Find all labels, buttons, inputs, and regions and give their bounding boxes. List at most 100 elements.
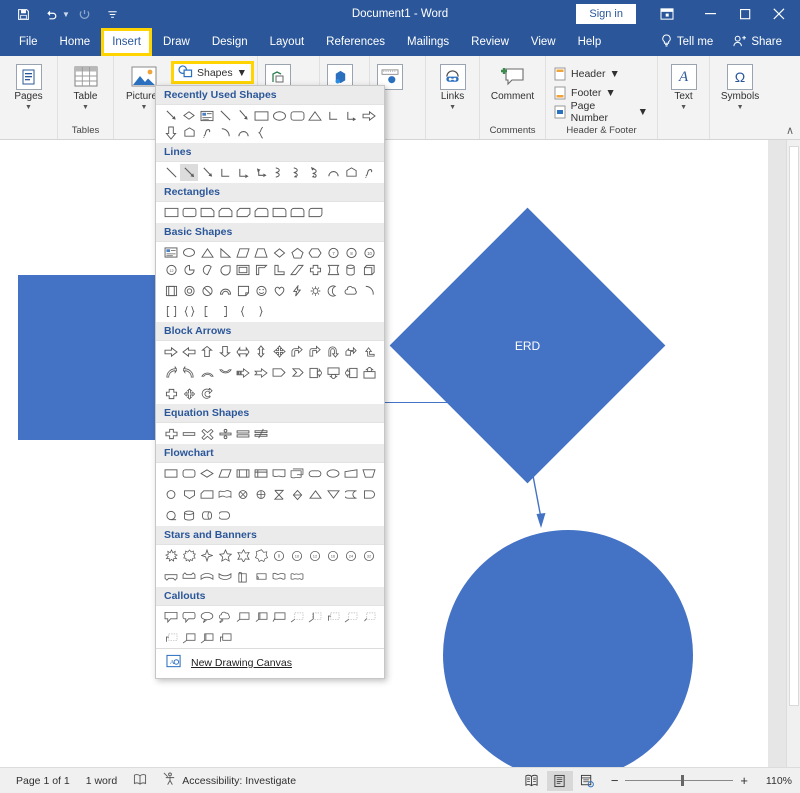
arrow-quad-callout-icon[interactable]	[180, 385, 198, 402]
arrow-left-up-icon[interactable]	[342, 343, 360, 360]
scrollbar-thumb[interactable]	[789, 146, 799, 706]
callout-rounded-rectangular-icon[interactable]	[180, 608, 198, 625]
connector-curved-arrow-icon[interactable]	[288, 164, 306, 181]
basic-left-bracket-icon[interactable]	[162, 303, 180, 320]
equation-multiply-icon[interactable]	[198, 425, 216, 442]
basic-pentagon-icon[interactable]	[288, 244, 306, 261]
table-dropdown-icon[interactable]: ▼	[82, 104, 89, 111]
arrow-circular-icon[interactable]	[198, 385, 216, 402]
tab-layout[interactable]: Layout	[259, 28, 316, 56]
zoom-slider[interactable]: − +	[611, 773, 748, 788]
basic-block-arc-icon[interactable]	[216, 282, 234, 299]
star-7-point-icon[interactable]	[252, 547, 270, 564]
new-drawing-canvas-item[interactable]: A New Drawing Canvas	[156, 648, 384, 677]
basic-pie-icon[interactable]	[180, 261, 198, 278]
star-explosion2-icon[interactable]	[180, 547, 198, 564]
arrow-down-callout-icon[interactable]	[324, 364, 342, 381]
arrow-left-icon[interactable]	[180, 343, 198, 360]
banner-curved-up-icon[interactable]	[198, 568, 216, 585]
rect-round-same-side-icon[interactable]	[288, 204, 306, 221]
connector-elbow-double-arrow-icon[interactable]	[252, 164, 270, 181]
star-4-point-icon[interactable]	[198, 547, 216, 564]
arrow-bent-up-icon[interactable]	[306, 343, 324, 360]
flowchart-manual-input-icon[interactable]	[342, 465, 360, 482]
shape-right-arrow-icon[interactable]	[360, 107, 378, 124]
zoom-in-button[interactable]: +	[740, 773, 748, 788]
symbols-button[interactable]: Ω Symbols ▼	[714, 59, 766, 111]
flowchart-connector-icon[interactable]	[162, 486, 180, 503]
flowchart-or-icon[interactable]	[252, 486, 270, 503]
basic-donut-icon[interactable]	[180, 282, 198, 299]
basic-half-frame-icon[interactable]	[252, 261, 270, 278]
arrow-left-callout-icon[interactable]	[342, 364, 360, 381]
equation-equal-icon[interactable]	[234, 425, 252, 442]
callout-bent-line-icon[interactable]	[162, 629, 180, 646]
basic-plaque-icon[interactable]	[324, 261, 342, 278]
callout-cloud-icon[interactable]	[216, 608, 234, 625]
header-button[interactable]: Header ▼	[550, 65, 625, 84]
star-12-point-icon[interactable]: 12	[306, 547, 324, 564]
star-24-point-icon[interactable]: 24	[342, 547, 360, 564]
basic-bevel-icon[interactable]	[162, 282, 180, 299]
basic-dodecagon-icon[interactable]: 12	[162, 261, 180, 278]
basic-cross-icon[interactable]	[306, 261, 324, 278]
flowchart-extract-icon[interactable]	[306, 486, 324, 503]
tab-design[interactable]: Design	[201, 28, 259, 56]
undo-icon[interactable]	[38, 3, 64, 25]
basic-right-triangle-icon[interactable]	[216, 244, 234, 261]
tab-review[interactable]: Review	[460, 28, 520, 56]
flowchart-data-icon[interactable]	[216, 465, 234, 482]
arrow-quad-icon[interactable]	[270, 343, 288, 360]
basic-octagon-icon[interactable]: 8	[342, 244, 360, 261]
callout-line-icon[interactable]	[234, 608, 252, 625]
star-explosion1-icon[interactable]	[162, 547, 180, 564]
flowchart-summing-junction-icon[interactable]	[234, 486, 252, 503]
basic-sun-icon[interactable]	[306, 282, 324, 299]
basic-no-symbol-icon[interactable]	[198, 282, 216, 299]
flowchart-sort-icon[interactable]	[288, 486, 306, 503]
comment-button[interactable]: Comment	[484, 59, 541, 103]
basic-arc-icon[interactable]	[360, 282, 378, 299]
shapes-dropdown-menu[interactable]: Recently Used Shapes Lines Rectangles Ba…	[155, 85, 385, 679]
arrow-curved-up-icon[interactable]	[198, 364, 216, 381]
arrow-curved-right-icon[interactable]	[162, 364, 180, 381]
pictures-dropdown-icon[interactable]: ▼	[141, 104, 148, 111]
tab-home[interactable]: Home	[49, 28, 102, 56]
arrow-u-turn-icon[interactable]	[324, 343, 342, 360]
text-dropdown-icon[interactable]: ▼	[680, 104, 687, 111]
shape-oval-icon[interactable]	[270, 107, 288, 124]
flowchart-direct-access-storage-icon[interactable]	[198, 507, 216, 524]
arrow-right-callout-icon[interactable]	[306, 364, 324, 381]
tab-help[interactable]: Help	[567, 28, 613, 56]
undo-dropdown-icon[interactable]: ▼	[62, 10, 70, 19]
star-6-point-icon[interactable]	[234, 547, 252, 564]
collapse-ribbon-icon[interactable]: ∧	[786, 124, 794, 137]
basic-heart-icon[interactable]	[270, 282, 288, 299]
rect-snip-round-icon[interactable]	[252, 204, 270, 221]
flowchart-multidocument-icon[interactable]	[288, 465, 306, 482]
page-number-button[interactable]: Page Number ▼	[550, 100, 653, 124]
shape-rounded-rectangle-icon[interactable]	[288, 107, 306, 124]
maximize-button[interactable]	[728, 0, 762, 28]
shape-left-brace-icon[interactable]	[252, 124, 270, 141]
flowchart-terminator-icon[interactable]	[306, 465, 324, 482]
equation-plus-icon[interactable]	[162, 425, 180, 442]
basic-heptagon-icon[interactable]: 7	[324, 244, 342, 261]
accessibility-button[interactable]: Accessibility: Investigate	[155, 772, 304, 789]
basic-cylinder-icon[interactable]	[342, 261, 360, 278]
footer-dropdown-icon[interactable]: ▼	[605, 87, 615, 99]
basic-triangle-icon[interactable]	[198, 244, 216, 261]
equation-not-equal-icon[interactable]	[252, 425, 270, 442]
shape-line-arrow2-icon[interactable]	[234, 107, 252, 124]
ribbon-display-options-icon[interactable]	[650, 0, 684, 28]
banner-up-ribbon-icon[interactable]	[162, 568, 180, 585]
arrow-striped-right-icon[interactable]	[234, 364, 252, 381]
banner-down-ribbon-icon[interactable]	[180, 568, 198, 585]
shapes-button[interactable]: Shapes ▼	[170, 61, 255, 84]
arrow-cross-icon[interactable]	[162, 385, 180, 402]
arrow-left-right-icon[interactable]	[234, 343, 252, 360]
callout-line-accent-icon[interactable]	[252, 608, 270, 625]
flowchart-manual-operation-icon[interactable]	[360, 465, 378, 482]
line-straight-icon[interactable]	[162, 164, 180, 181]
shape-triangle-icon[interactable]	[306, 107, 324, 124]
